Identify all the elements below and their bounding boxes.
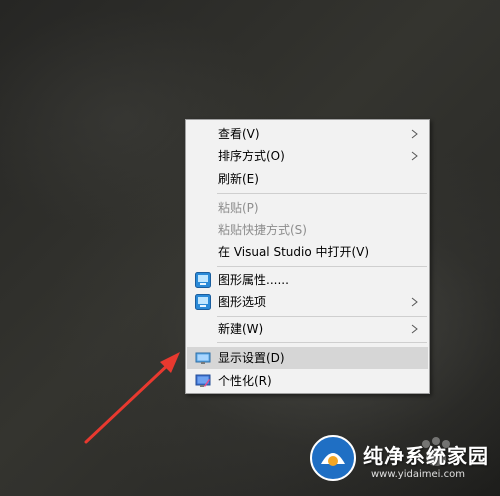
chevron-right-icon (411, 324, 418, 334)
menu-separator (217, 342, 427, 343)
menu-item-label: 在 Visual Studio 中打开(V) (218, 245, 370, 259)
menu-item-label: 粘贴快捷方式(S) (218, 223, 307, 237)
menu-item-label: 排序方式(O) (218, 149, 285, 163)
menu-item-label: 粘贴(P) (218, 201, 259, 215)
menu-item-label: 新建(W) (218, 322, 264, 336)
chevron-right-icon (411, 151, 418, 161)
display-settings-icon (195, 352, 211, 364)
menu-item-new[interactable]: 新建(W) (187, 318, 428, 340)
menu-item-sort-by[interactable]: 排序方式(O) (187, 145, 428, 167)
menu-item-label: 刷新(E) (218, 172, 259, 186)
intel-graphics-icon (195, 272, 211, 288)
menu-item-refresh[interactable]: 刷新(E) (187, 168, 428, 190)
menu-item-paste-shortcut[interactable]: 粘贴快捷方式(S) (187, 219, 428, 241)
menu-separator (217, 266, 427, 267)
site-watermark: 纯净系统家园 www.yidaimei.com (309, 432, 494, 492)
site-logo-icon (310, 435, 356, 481)
intel-graphics-icon (195, 294, 211, 310)
menu-item-paste[interactable]: 粘贴(P) (187, 197, 428, 219)
menu-item-label: 显示设置(D) (218, 351, 285, 365)
menu-separator (217, 193, 427, 194)
menu-item-view[interactable]: 查看(V) (187, 123, 428, 145)
watermark-url: www.yidaimei.com (371, 469, 465, 480)
menu-item-graphics-properties[interactable]: 图形属性...... (187, 269, 428, 291)
menu-item-label: 图形选项 (218, 295, 267, 309)
personalize-icon (195, 374, 211, 387)
menu-item-graphics-options[interactable]: 图形选项 (187, 291, 428, 313)
menu-item-label: 图形属性...... (218, 273, 289, 287)
chevron-right-icon (411, 297, 418, 307)
menu-item-label: 个性化(R) (218, 374, 272, 388)
menu-item-display-settings[interactable]: 显示设置(D) (187, 347, 428, 369)
chevron-right-icon (411, 129, 418, 139)
menu-item-open-in-visual-studio[interactable]: 在 Visual Studio 中打开(V) (187, 241, 428, 263)
menu-separator (217, 316, 427, 317)
menu-item-personalize[interactable]: 个性化(R) (187, 370, 428, 392)
watermark-title: 纯净系统家园 (363, 444, 489, 468)
menu-item-label: 查看(V) (218, 127, 260, 141)
desktop-context-menu: 查看(V) 排序方式(O) 刷新(E) 粘贴(P) 粘贴快捷方式(S) 在 Vi… (185, 119, 430, 394)
